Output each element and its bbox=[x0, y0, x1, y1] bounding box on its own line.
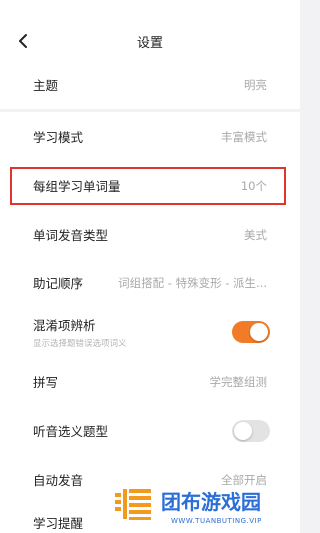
row-theme[interactable]: 主题 明亮 bbox=[0, 60, 300, 109]
group-study: 学习模式 丰富模式 每组学习单词量 10个 单词发音类型 美式 bbox=[0, 112, 300, 259]
toggle-knob bbox=[250, 323, 268, 341]
settings-screen: 设置 主题 明亮 学习模式 丰富模式 每组学习单词量 10个 单词发音类型 美式… bbox=[0, 0, 300, 533]
theme-label: 主题 bbox=[33, 78, 59, 93]
pronunciation-value: 美式 bbox=[244, 227, 267, 242]
spelling-value: 学完整组测 bbox=[209, 374, 268, 389]
row-words-per-group[interactable]: 每组学习单词量 10个 bbox=[0, 161, 300, 210]
row-spelling[interactable]: 拼写 学完整组测 bbox=[0, 357, 300, 406]
row-mnemonic-order[interactable]: 助记顺序 词组搭配 - 特殊变形 - 派生... bbox=[0, 258, 300, 307]
words-per-group-label: 每组学习单词量 bbox=[33, 179, 121, 194]
words-per-group-value: 10个 bbox=[240, 178, 267, 193]
confusion-toggle[interactable] bbox=[232, 321, 270, 343]
row-pronunciation[interactable]: 单词发音类型 美式 bbox=[0, 210, 300, 259]
svg-text:团布游戏园: 团布游戏园 bbox=[161, 490, 261, 514]
study-mode-value: 丰富模式 bbox=[221, 129, 267, 144]
row-study-mode[interactable]: 学习模式 丰富模式 bbox=[0, 112, 300, 161]
toggle-knob bbox=[234, 421, 252, 440]
watermark: 团布游戏园 WWW.TUANBUTING.VIP bbox=[113, 483, 300, 533]
auto-pronounce-label: 自动发音 bbox=[33, 473, 84, 488]
reminder-label: 学习提醒 bbox=[33, 515, 84, 531]
listening-toggle[interactable] bbox=[232, 419, 270, 442]
mnemonic-order-value: 词组搭配 - 特殊变形 - 派生... bbox=[118, 275, 267, 290]
listening-label: 听音选义题型 bbox=[33, 424, 109, 439]
mnemonic-order-label: 助记顺序 bbox=[33, 276, 84, 291]
theme-value: 明亮 bbox=[244, 77, 267, 92]
row-listening: 听音选义题型 bbox=[0, 406, 300, 455]
confusion-label-group: 混淆项辨析 显示选择题错误选项词义 bbox=[33, 307, 127, 357]
group-learning-options: 助记顺序 词组搭配 - 特殊变形 - 派生... 混淆项辨析 显示选择题错误选项… bbox=[0, 258, 300, 504]
watermark-logo-icon bbox=[115, 489, 151, 520]
pronunciation-label: 单词发音类型 bbox=[33, 228, 109, 243]
confusion-sublabel: 显示选择题错误选项词义 bbox=[33, 339, 127, 349]
spelling-label: 拼写 bbox=[33, 375, 59, 390]
watermark-wordmark: 团布游戏园 WWW.TUANBUTING.VIP bbox=[161, 490, 262, 525]
study-mode-label: 学习模式 bbox=[33, 130, 84, 145]
svg-text:WWW.TUANBUTING.VIP: WWW.TUANBUTING.VIP bbox=[171, 517, 262, 525]
row-confusion: 混淆项辨析 显示选择题错误选项词义 bbox=[0, 307, 300, 357]
confusion-label: 混淆项辨析 bbox=[33, 318, 96, 333]
page-title: 设置 bbox=[136, 36, 163, 51]
group-appearance: 主题 明亮 bbox=[0, 60, 300, 109]
